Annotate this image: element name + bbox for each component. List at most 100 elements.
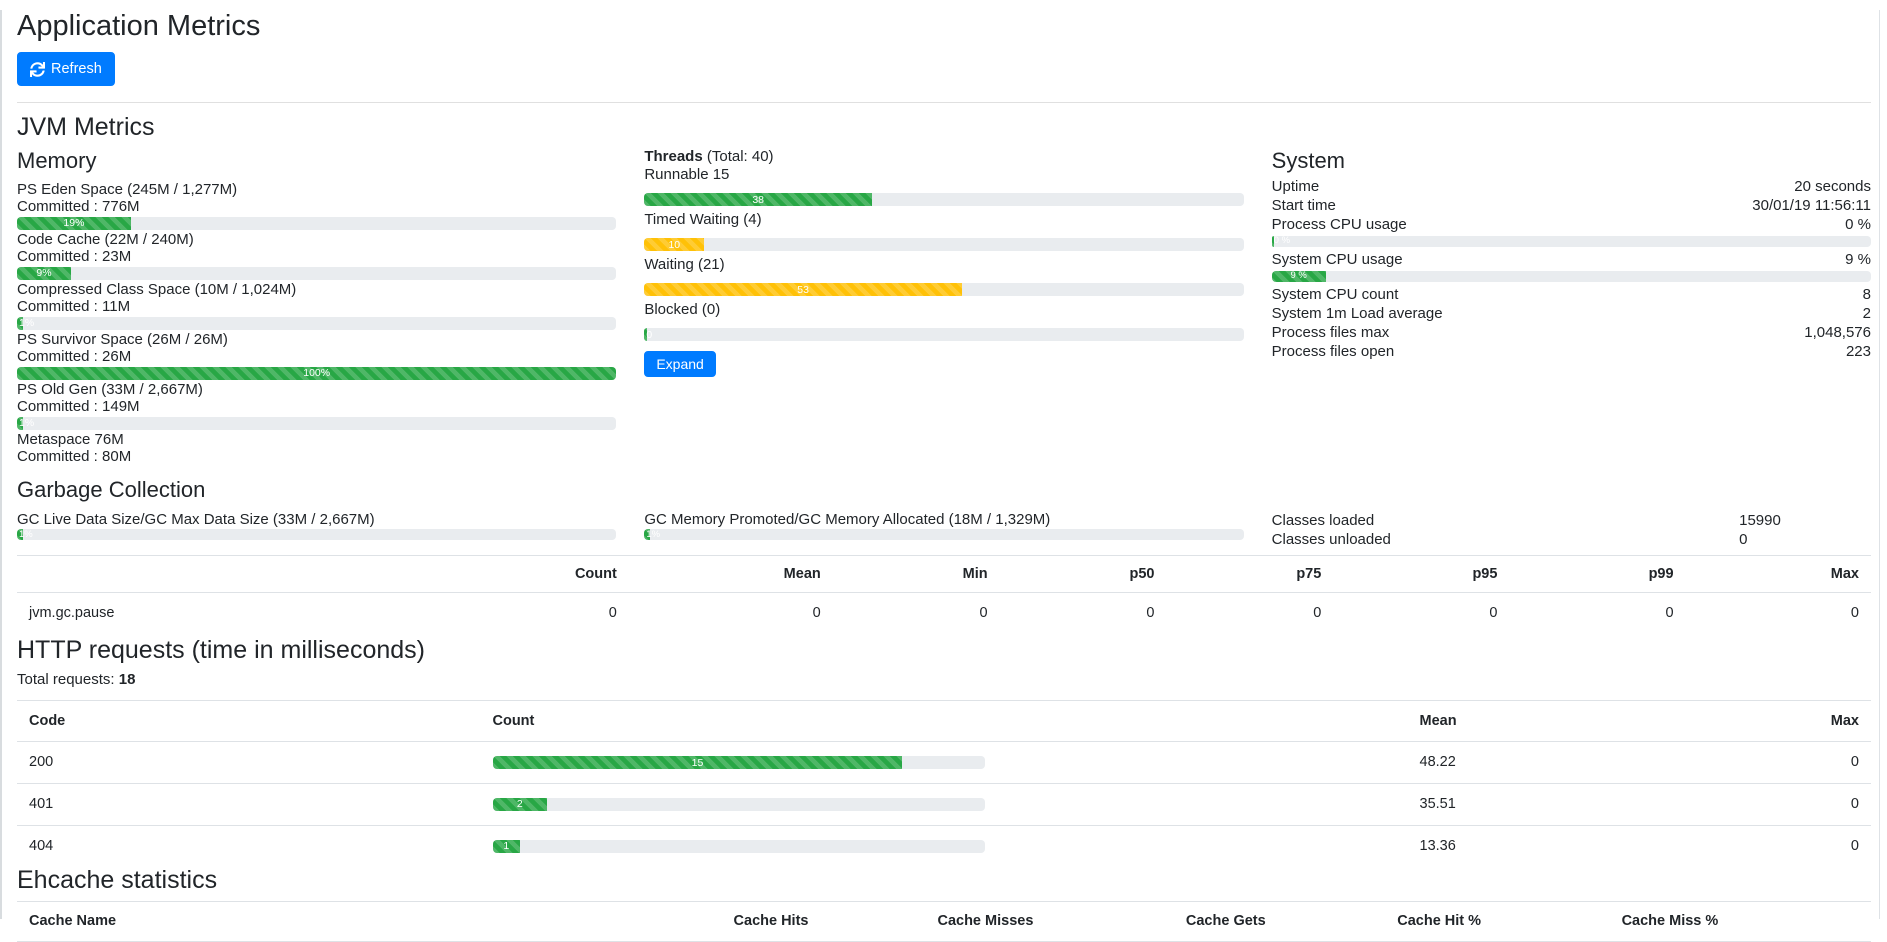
total-requests: Total requests: 18 <box>17 671 1871 688</box>
jvm-metrics-heading: JVM Metrics <box>17 113 1871 142</box>
system-row-label: System CPU count <box>1272 285 1399 304</box>
progress-label: 9 % <box>1290 271 1306 282</box>
progress-label: 9% <box>36 265 51 282</box>
memory-entry: PS Eden Space (245M / 1,277M)Committed :… <box>17 181 616 230</box>
thread-usage-bar: 0 <box>644 328 1243 341</box>
thread-entry: Runnable 1538 <box>644 166 1243 206</box>
memory-usage-bar: 1% <box>17 417 616 430</box>
http-table-col-header: Max <box>1649 700 1871 742</box>
refresh-button-label: Refresh <box>51 61 102 77</box>
gc-live-data-col: GC Live Data Size/GC Max Data Size (33M … <box>17 511 616 549</box>
memory-entry: Compressed Class Space (10M / 1,024M)Com… <box>17 281 616 330</box>
http-table-header-row: CodeCountMeanMax <box>17 700 1871 742</box>
progress-fill: 0 % <box>1272 236 1274 247</box>
gc-metric-value: 0 <box>1686 593 1871 636</box>
total-requests-label: Total requests: <box>17 671 115 688</box>
gc-metric-name: jvm.gc.pause <box>17 593 462 636</box>
gc-classes-col: Classes loaded15990Classes unloaded0 <box>1272 511 1871 549</box>
system-row-label: Process CPU usage <box>1272 215 1407 234</box>
http-table-col-header: Count <box>481 700 1408 742</box>
memory-usage-bar: 9% <box>17 267 616 280</box>
system-row: System 1m Load average2 <box>1272 304 1871 323</box>
thread-entry-label: Waiting (21) <box>644 256 1243 274</box>
threads-column: Threads (Total: 40) Runnable 1538 Timed W… <box>644 148 1243 465</box>
memory-entry-label: PS Eden Space (245M / 1,277M) <box>17 181 616 198</box>
system-row-value: 20 seconds <box>1794 177 1871 196</box>
system-row-label: Start time <box>1272 196 1336 215</box>
gc-metric-value: 0 <box>462 593 629 636</box>
thread-entry-label: Timed Waiting (4) <box>644 211 1243 229</box>
progress-fill: 1% <box>17 417 23 430</box>
memory-usage-bar: 100% <box>17 367 616 380</box>
memory-entry-committed: Committed : 80M <box>17 448 616 465</box>
progress-fill: 38 <box>644 193 872 206</box>
memory-entry-committed: Committed : 149M <box>17 398 616 415</box>
system-row-label: Uptime <box>1272 177 1320 196</box>
gc-table-wrap: CountMeanMinp50p75p95p99Max jvm.gc.pause… <box>17 555 1871 636</box>
ehcache-col-header: Cache Misses <box>925 902 1173 942</box>
expand-button[interactable]: Expand <box>644 351 715 377</box>
system-usage-bar: 0 % <box>1272 236 1871 247</box>
progress-fill: 53 <box>644 283 962 296</box>
http-table-body: 2001548.220401235.510404113.360 <box>17 742 1871 867</box>
gc-table-col-header: p50 <box>1000 555 1167 593</box>
window-right-edge <box>1879 10 1880 919</box>
http-table-col-header: Mean <box>1408 700 1649 742</box>
memory-entry-label: Code Cache (22M / 240M) <box>17 231 616 248</box>
system-row-label: System 1m Load average <box>1272 304 1443 323</box>
http-row-mean: 35.51 <box>1408 784 1649 826</box>
progress-label: 19% <box>63 215 84 232</box>
progress-label: 100% <box>303 365 330 382</box>
http-row-code: 401 <box>17 784 481 826</box>
system-row-value: 0 % <box>1845 215 1871 234</box>
total-requests-value: 18 <box>119 671 136 688</box>
system-rows: Uptime 20 seconds Start time 30/01/19 11:56… <box>1272 177 1871 361</box>
http-count-bar: 2 <box>493 798 985 811</box>
gc-table-body: jvm.gc.pause00000000 <box>17 593 1871 636</box>
thread-usage-bar: 38 <box>644 193 1243 206</box>
progress-label: 1% <box>646 526 660 543</box>
gc-memory-promoted-col: GC Memory Promoted/GC Memory Allocated (… <box>644 511 1243 549</box>
gc-table-col-header: Max <box>1686 555 1871 593</box>
http-row-count-cell: 1 <box>481 825 1408 866</box>
progress-label: 0 <box>646 326 652 344</box>
http-row-max: 0 <box>1649 825 1871 866</box>
progress-label: 10 <box>668 236 680 254</box>
system-row-value: 223 <box>1846 342 1871 361</box>
memory-usage-bar: 19% <box>17 217 616 230</box>
classes-row-value: 0 <box>1739 530 1747 549</box>
http-table-row: 401235.510 <box>17 784 1871 826</box>
threads-heading-bold: Threads <box>644 148 702 165</box>
gc-metric-value: 0 <box>629 593 833 636</box>
gc-usage-bar: 1% <box>17 529 616 540</box>
progress-label: 1% <box>19 315 34 332</box>
progress-fill: 1% <box>17 529 23 540</box>
memory-entry: Code Cache (22M / 240M)Committed : 23M9% <box>17 231 616 280</box>
metrics-page: Application Metrics Refresh JVM Metrics … <box>17 10 1871 942</box>
thread-usage-bar: 53 <box>644 283 1243 296</box>
gc-table-col-header: Min <box>833 555 1000 593</box>
system-row-value: 30/01/19 11:56:11 <box>1752 196 1871 215</box>
refresh-button[interactable]: Refresh <box>17 52 115 86</box>
memory-entry-committed: Committed : 776M <box>17 198 616 215</box>
system-row: System CPU count8 <box>1272 285 1871 304</box>
http-row-mean: 13.36 <box>1408 825 1649 866</box>
classes-row-label: Classes unloaded <box>1272 530 1739 549</box>
gc-table-row: jvm.gc.pause00000000 <box>17 593 1871 636</box>
memory-entry-committed: Committed : 26M <box>17 348 616 365</box>
ehcache-col-header: Cache Name <box>17 902 722 942</box>
classes-row-value: 15990 <box>1739 511 1781 530</box>
http-row-code: 200 <box>17 742 481 784</box>
progress-fill: 10 <box>644 238 704 251</box>
progress-fill: 9% <box>17 267 71 280</box>
threads-heading: Threads (Total: 40) <box>644 148 1243 166</box>
system-row: Process files open223 <box>1272 342 1871 361</box>
classes-row: Classes loaded15990 <box>1272 511 1871 530</box>
system-heading: System <box>1272 148 1871 173</box>
memory-heading: Memory <box>17 148 616 173</box>
http-requests-table: CodeCountMeanMax 2001548.220401235.51040… <box>17 700 1871 867</box>
progress-label: 53 <box>797 281 809 299</box>
ehcache-heading: Ehcache statistics <box>17 866 1871 895</box>
gc-metric-value: 0 <box>1000 593 1167 636</box>
thread-entry: Waiting (21) 53 <box>644 256 1243 296</box>
